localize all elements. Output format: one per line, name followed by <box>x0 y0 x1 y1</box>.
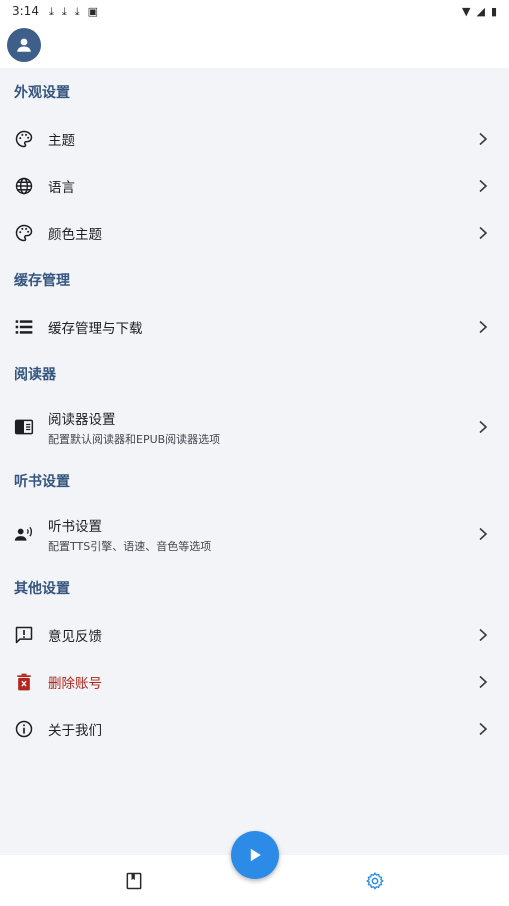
settings-item-label: 阅读器设置 <box>48 411 116 428</box>
trash-icon <box>14 672 34 692</box>
gear-icon <box>366 872 384 890</box>
info-icon <box>14 719 34 739</box>
download-icon: ⤓ <box>74 4 80 18</box>
avatar[interactable] <box>7 28 41 62</box>
settings-item-feedback[interactable]: 意见反馈 <box>0 611 509 658</box>
voice-icon <box>14 524 34 544</box>
section-header-other: 其他设置 <box>14 580 70 597</box>
palette-icon <box>14 129 34 149</box>
settings-item-audiobook[interactable]: 听书设置 配置TTS引擎、语速、音色等选项 <box>0 504 509 564</box>
play-fab-button[interactable] <box>231 831 279 879</box>
settings-item-label: 主题 <box>48 132 75 149</box>
status-bar: 3:14 ⤓ ⤓ ⤓ ▣ ▼ ◢ ▮ <box>0 0 509 22</box>
system-icons: ▼ ◢ ▮ <box>462 5 497 18</box>
chevron-right-icon <box>479 675 488 688</box>
app-notification-icon: ▣ <box>87 4 98 18</box>
status-time: 3:14 <box>12 4 39 18</box>
chevron-right-icon <box>479 179 488 192</box>
person-icon <box>17 38 31 52</box>
settings-item-label: 意见反馈 <box>48 628 102 645</box>
download-icon: ⤓ <box>61 4 67 18</box>
battery-icon: ▮ <box>490 4 497 18</box>
section-header-reader: 阅读器 <box>14 366 56 383</box>
settings-item-label: 关于我们 <box>48 722 102 739</box>
book-icon <box>126 872 142 890</box>
chevron-right-icon <box>479 420 488 434</box>
feedback-icon <box>14 625 34 645</box>
app-header <box>0 22 509 68</box>
reader-icon <box>14 417 34 437</box>
settings-item-language[interactable]: 语言 <box>0 162 509 209</box>
settings-item-label: 删除账号 <box>48 675 102 692</box>
chevron-right-icon <box>479 132 488 145</box>
settings-item-description: 配置TTS引擎、语速、音色等选项 <box>48 539 212 553</box>
chevron-right-icon <box>479 320 488 333</box>
settings-item-label: 颜色主题 <box>48 226 102 243</box>
section-header-appearance: 外观设置 <box>14 84 70 101</box>
settings-item-label: 语言 <box>48 179 75 196</box>
chevron-right-icon <box>479 628 488 641</box>
settings-item-color-theme[interactable]: 颜色主题 <box>0 209 509 256</box>
chevron-right-icon <box>479 226 488 239</box>
storage-list-icon <box>14 317 34 337</box>
settings-item-label: 缓存管理与下载 <box>48 320 143 337</box>
chevron-right-icon <box>479 722 488 735</box>
play-icon <box>250 848 261 862</box>
wifi-icon: ▼ <box>462 4 471 18</box>
settings-item-about[interactable]: 关于我们 <box>0 705 509 752</box>
nav-bookshelf[interactable] <box>124 871 144 891</box>
notification-icons: ⤓ ⤓ ⤓ ▣ <box>49 6 98 17</box>
chevron-right-icon <box>479 527 488 541</box>
download-icon: ⤓ <box>48 4 54 18</box>
settings-item-label: 听书设置 <box>48 518 102 535</box>
nav-settings[interactable] <box>365 871 385 891</box>
settings-list: 外观设置 主题 语言 颜色主题 缓存管理 缓存管理与下载 阅读器 阅读器设置 配… <box>0 68 509 752</box>
palette-icon <box>14 223 34 243</box>
section-header-audiobook: 听书设置 <box>14 473 70 490</box>
settings-item-reader[interactable]: 阅读器设置 配置默认阅读器和EPUB阅读器选项 <box>0 397 509 457</box>
globe-icon <box>14 176 34 196</box>
settings-item-cache-download[interactable]: 缓存管理与下载 <box>0 303 509 350</box>
settings-item-description: 配置默认阅读器和EPUB阅读器选项 <box>48 432 221 446</box>
section-header-cache: 缓存管理 <box>14 272 70 289</box>
settings-item-theme[interactable]: 主题 <box>0 115 509 162</box>
signal-icon: ◢ <box>476 4 485 18</box>
settings-item-delete-account[interactable]: 删除账号 <box>0 658 509 705</box>
